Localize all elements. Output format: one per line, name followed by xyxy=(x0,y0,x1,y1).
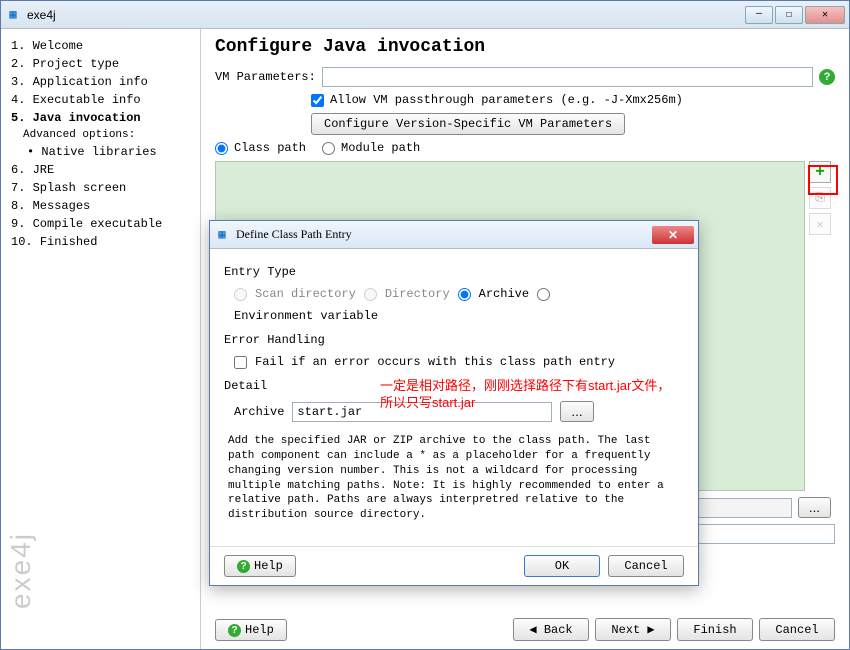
error-handling-row: Fail if an error occurs with this class … xyxy=(224,351,684,373)
classpath-radio[interactable] xyxy=(215,142,228,155)
dialog-help-button[interactable]: ?Help xyxy=(224,555,296,577)
passthrough-row: Allow VM passthrough parameters (e.g. -J… xyxy=(215,93,835,107)
fail-label: Fail if an error occurs with this class … xyxy=(255,355,615,369)
wizard-sidebar: 1. Welcome 2. Project type 3. Applicatio… xyxy=(1,29,201,649)
page-title: Configure Java invocation xyxy=(215,37,835,57)
add-entry-button[interactable]: + xyxy=(809,161,831,183)
maximize-button[interactable]: ☐ xyxy=(775,6,803,24)
finish-button[interactable]: Finish xyxy=(677,618,753,641)
sidebar-advanced-label: Advanced options: xyxy=(5,127,196,143)
entry-type-row: Scan directory Directory Archive Environ… xyxy=(224,283,684,327)
sidebar-item-java-invocation[interactable]: 5. Java invocation xyxy=(5,109,196,127)
modulepath-radio[interactable] xyxy=(322,142,335,155)
description-text: Add the specified JAR or ZIP archive to … xyxy=(228,434,680,523)
classpath-label: Class path xyxy=(234,141,306,155)
bottom-bar: ?Help ◀ Back Next ▶ Finish Cancel xyxy=(215,618,835,641)
mainclass-browse-button[interactable]: ... xyxy=(798,497,831,518)
copy-entry-button: ⎘ xyxy=(809,187,831,209)
next-button[interactable]: Next ▶ xyxy=(595,618,671,641)
dialog-footer: ?Help OK Cancel xyxy=(210,546,698,585)
config-version-row: Configure Version-Specific VM Parameters xyxy=(215,113,835,135)
minimize-button[interactable]: — xyxy=(745,6,773,24)
archive-input-row: Archive ... xyxy=(224,397,684,426)
env-var-radio[interactable] xyxy=(537,288,550,301)
sidebar-item-welcome[interactable]: 1. Welcome xyxy=(5,37,196,55)
dialog-title: Define Class Path Entry xyxy=(236,227,652,242)
cancel-button[interactable]: Cancel xyxy=(759,618,835,641)
entry-type-label: Entry Type xyxy=(224,265,684,279)
dialog-close-button[interactable]: ✕ xyxy=(652,226,694,244)
vm-params-row: VM Parameters: ? xyxy=(215,67,835,87)
error-handling-label: Error Handling xyxy=(224,333,684,347)
window-controls: — ☐ ✕ xyxy=(745,6,845,24)
triangle-right-icon: ▶ xyxy=(647,623,654,637)
archive-input[interactable] xyxy=(292,402,552,422)
vm-params-input[interactable] xyxy=(322,67,813,87)
sidebar-item-application-info[interactable]: 3. Application info xyxy=(5,73,196,91)
vm-params-label: VM Parameters: xyxy=(215,70,316,84)
nav-buttons: ◀ Back Next ▶ Finish Cancel xyxy=(513,618,835,641)
archive-radio-label: Archive xyxy=(479,287,529,301)
directory-radio xyxy=(364,288,377,301)
main-titlebar: ▦ exe4j — ☐ ✕ xyxy=(1,1,849,29)
env-var-label: Environment variable xyxy=(234,309,378,323)
help-icon: ? xyxy=(228,624,241,637)
sidebar-item-native-libraries[interactable]: • Native libraries xyxy=(5,143,196,161)
ok-button[interactable]: OK xyxy=(524,555,600,577)
triangle-left-icon: ◀ xyxy=(529,623,536,637)
sidebar-item-jre[interactable]: 6. JRE xyxy=(5,161,196,179)
sidebar-item-compile-executable[interactable]: 9. Compile executable xyxy=(5,215,196,233)
archive-radio[interactable] xyxy=(458,288,471,301)
help-icon[interactable]: ? xyxy=(819,69,835,85)
passthrough-label: Allow VM passthrough parameters (e.g. -J… xyxy=(330,93,683,107)
scan-directory-radio xyxy=(234,288,247,301)
main-title: exe4j xyxy=(27,8,745,22)
fail-checkbox[interactable] xyxy=(234,356,247,369)
passthrough-checkbox[interactable] xyxy=(311,94,324,107)
config-version-button[interactable]: Configure Version-Specific VM Parameters xyxy=(311,113,625,135)
scan-directory-label: Scan directory xyxy=(255,287,356,301)
dialog-body: Entry Type Scan directory Directory Arch… xyxy=(210,249,698,541)
sidebar-item-project-type[interactable]: 2. Project type xyxy=(5,55,196,73)
archive-browse-button[interactable]: ... xyxy=(560,401,593,422)
back-button[interactable]: ◀ Back xyxy=(513,618,589,641)
help-button[interactable]: ?Help xyxy=(215,619,287,641)
detail-label: Detail xyxy=(224,379,684,393)
dialog-titlebar: ▦ Define Class Path Entry ✕ xyxy=(210,221,698,249)
directory-label: Directory xyxy=(385,287,450,301)
dialog-cancel-button[interactable]: Cancel xyxy=(608,555,684,577)
app-icon: ▦ xyxy=(5,7,21,23)
sidebar-item-messages[interactable]: 8. Messages xyxy=(5,197,196,215)
close-button[interactable]: ✕ xyxy=(805,6,845,24)
archive-input-label: Archive xyxy=(234,405,284,419)
help-icon: ? xyxy=(237,560,250,573)
app-icon: ▦ xyxy=(214,227,230,243)
path-type-row: Class path Module path xyxy=(215,141,835,155)
classpath-dialog: ▦ Define Class Path Entry ✕ Entry Type S… xyxy=(209,220,699,586)
modulepath-label: Module path xyxy=(341,141,420,155)
delete-entry-button: ✕ xyxy=(809,213,831,235)
sidebar-item-finished[interactable]: 10. Finished xyxy=(5,233,196,251)
sidebar-item-executable-info[interactable]: 4. Executable info xyxy=(5,91,196,109)
classpath-toolbar: + ⎘ ✕ xyxy=(809,161,833,235)
sidebar-item-splash-screen[interactable]: 7. Splash screen xyxy=(5,179,196,197)
brand-watermark: exe4j xyxy=(5,532,37,609)
